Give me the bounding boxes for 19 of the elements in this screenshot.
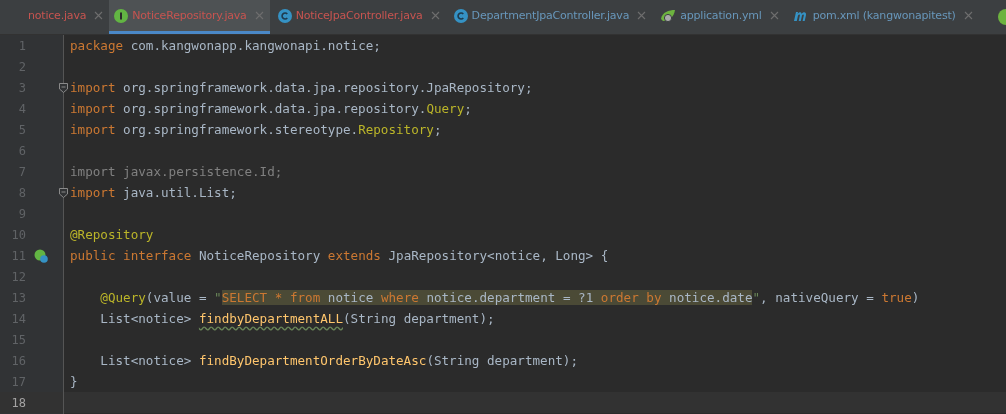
code-line: List<notice> findbyDepartmentALL(String department); (99, 311, 495, 326)
code-line: import org.springframework.data.jpa.repository.JpaRepository; (70, 80, 533, 95)
code-line: import javax.persistence.Id; (70, 164, 283, 179)
editor-tab[interactable]: pom.xml (kangwonapitest) (784, 0, 979, 34)
editor-tab[interactable]: DepartmentJpaController.java (445, 0, 653, 34)
editor-tab[interactable]: NoticeJpaController.java (269, 0, 446, 34)
editor-tab[interactable]: notice.java (20, 0, 110, 34)
code-line: } (70, 374, 78, 389)
code-line: import java.util.List; (70, 185, 237, 200)
editor-tab[interactable]: application.yml (652, 0, 785, 34)
code-line: import org.springframework.data.jpa.repository.Query; (70, 101, 472, 116)
code-line: @Query(value = "SELECT * from notice where notice.department = ?1 order by notice.date", nativeQuery = true) (99, 290, 920, 305)
code-line: public interface NoticeRepository extends JpaRepository<notice, Long> { (70, 248, 609, 263)
line-number: 18 (10, 395, 26, 410)
code-line: @Repository (70, 227, 154, 242)
code-line: List<notice> findByDepartmentOrderByDateAsc(String department); (99, 353, 579, 368)
code-line: import org.springframework.stereotype.Repository; (70, 122, 442, 137)
code-line: package com.kangwonapp.kangwonapi.notice; (70, 38, 381, 53)
editor-tab[interactable]: NoticeRepository.java (109, 0, 270, 34)
